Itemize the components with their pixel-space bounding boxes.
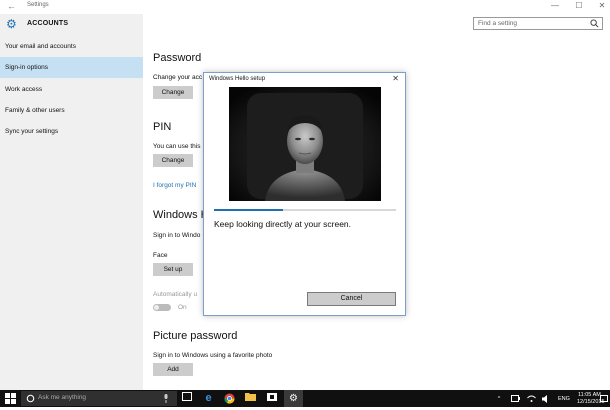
minimize-button[interactable]: — [549, 1, 561, 10]
folder-icon [245, 393, 256, 401]
sidebar-item-email-accounts[interactable]: Your email and accounts [0, 36, 143, 57]
pin-heading: PIN [153, 121, 172, 133]
chrome-icon [224, 393, 235, 404]
sidebar: ⚙ ACCOUNTS Your email and accounts Sign-… [0, 14, 143, 390]
picture-password-heading: Picture password [153, 330, 238, 342]
windows-hello-dialog: Windows Hello setup ✕ Keep looking direc… [203, 72, 406, 316]
sidebar-item-sign-in-options[interactable]: Sign-in options [0, 57, 143, 78]
file-explorer-button[interactable] [241, 390, 260, 407]
volume-icon[interactable] [542, 395, 551, 403]
pin-change-button[interactable]: Change [153, 154, 193, 167]
auto-unlock-toggle[interactable] [153, 304, 171, 311]
language-indicator[interactable]: ENG [558, 396, 570, 402]
password-heading: Password [153, 52, 202, 64]
battery-icon[interactable] [511, 395, 520, 402]
taskbar: Ask me anything e ⚙ ^ ENG 11:05 AM 12/15… [0, 390, 610, 407]
progress-fill [214, 209, 284, 211]
maximize-button[interactable]: ☐ [573, 1, 585, 10]
cortana-search-box[interactable]: Ask me anything [21, 391, 177, 406]
tray-up-arrow-icon[interactable]: ^ [494, 396, 504, 402]
section-title: ACCOUNTS [27, 20, 69, 27]
start-button[interactable] [1, 390, 20, 407]
picture-password-description: Sign in to Windows using a favorite phot… [153, 352, 273, 359]
camera-feed-image [229, 87, 381, 201]
settings-taskbar-button[interactable]: ⚙ [284, 390, 303, 407]
back-arrow-icon[interactable]: ← [7, 1, 16, 11]
network-icon[interactable] [527, 395, 536, 403]
sidebar-item-sync-settings[interactable]: Sync your settings [0, 121, 143, 142]
windows-hello-description: Sign in to Windo [153, 232, 201, 239]
dialog-close-icon[interactable]: ✕ [392, 74, 399, 83]
cortana-placeholder: Ask me anything [38, 394, 87, 401]
settings-gear-icon: ⚙ [289, 393, 298, 404]
task-view-button[interactable] [177, 390, 196, 407]
pin-description: You can use this [153, 143, 201, 150]
forgot-pin-link[interactable]: I forgot my PIN [153, 182, 196, 189]
progress-bar [214, 209, 396, 211]
microphone-icon[interactable] [163, 394, 169, 403]
face-label: Face [153, 252, 168, 259]
task-view-icon [181, 392, 192, 401]
clock-time[interactable]: 11:05 AM [578, 392, 601, 398]
chrome-button[interactable] [220, 390, 239, 407]
edge-browser-button[interactable]: e [199, 390, 218, 407]
camera-preview [229, 87, 381, 201]
password-change-button[interactable]: Change [153, 86, 193, 99]
picture-password-add-button[interactable]: Add [153, 363, 193, 376]
auto-unlock-label: Automatically u [153, 291, 198, 298]
windows-logo-icon [5, 393, 16, 404]
cancel-button[interactable]: Cancel [307, 292, 396, 306]
cortana-icon [26, 394, 35, 403]
store-bag-icon [266, 393, 277, 401]
sidebar-item-work-access[interactable]: Work access [0, 79, 143, 100]
gear-icon: ⚙ [6, 17, 17, 31]
edge-icon: e [205, 392, 212, 404]
face-setup-button[interactable]: Set up [153, 263, 193, 276]
sidebar-item-family-users[interactable]: Family & other users [0, 100, 143, 121]
store-button[interactable] [262, 390, 281, 407]
toggle-state-label: On [178, 304, 187, 311]
windows-hello-heading: Windows H [153, 209, 209, 221]
password-description: Change your acc [153, 74, 203, 81]
toggle-knob [154, 305, 159, 310]
close-button[interactable]: ✕ [596, 1, 608, 10]
title-bar: ← Settings — ☐ ✕ [0, 0, 610, 14]
dialog-message: Keep looking directly at your screen. [214, 219, 352, 229]
dialog-title: Windows Hello setup [209, 76, 266, 82]
notifications-icon[interactable] [600, 395, 608, 403]
window-title: Settings [27, 2, 49, 8]
